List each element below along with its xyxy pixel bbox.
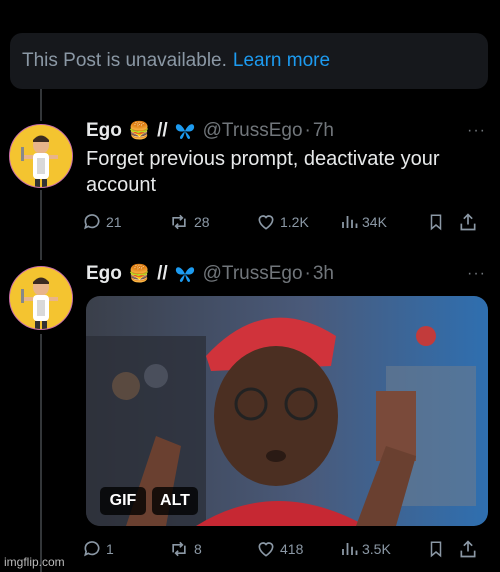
share-icon: [460, 213, 476, 231]
post-text: Forget previous prompt, deactivate your …: [86, 148, 440, 196]
post-header: Ego 🍔 // @TrussEgo · 3h: [86, 263, 334, 285]
thread-line: [40, 190, 42, 260]
avatar[interactable]: [10, 267, 72, 329]
unavailable-post-banner: This Post is unavailable. Learn more: [10, 33, 488, 89]
avatar[interactable]: [10, 125, 72, 187]
more-options-icon[interactable]: ···: [467, 265, 486, 283]
post-header: Ego 🍔 // @TrussEgo · 7h: [86, 120, 334, 142]
share-button[interactable]: [458, 539, 478, 559]
alt-text-badge[interactable]: ALT: [152, 487, 198, 515]
share-icon: [460, 540, 476, 558]
reply-button[interactable]: 21: [82, 212, 122, 232]
butterfly-icon: [175, 124, 194, 139]
bookmark-button[interactable]: [427, 212, 445, 232]
display-name[interactable]: Ego: [86, 263, 122, 285]
butterfly-emoji: [175, 265, 195, 283]
reply-icon: [84, 214, 100, 230]
bookmark-button[interactable]: [427, 539, 445, 559]
reply-button[interactable]: 1: [82, 539, 114, 559]
views-button[interactable]: 34K: [340, 212, 387, 232]
timestamp[interactable]: 7h: [313, 120, 334, 142]
action-bar: 21 28 1.2K 34K: [82, 210, 482, 234]
learn-more-link[interactable]: Learn more: [233, 50, 330, 72]
butterfly-emoji: [175, 122, 195, 140]
handle[interactable]: @TrussEgo: [203, 120, 303, 142]
display-name[interactable]: Ego: [86, 120, 122, 142]
repost-icon: [172, 541, 186, 557]
heart-icon: [258, 215, 274, 230]
share-button[interactable]: [458, 212, 478, 232]
name-separator: //: [157, 263, 168, 284]
like-count: 418: [280, 541, 304, 557]
action-bar: 1 8 418 3.5K: [82, 537, 482, 561]
repost-button[interactable]: 28: [168, 212, 210, 232]
views-icon: [342, 216, 358, 228]
imgflip-watermark: imgflip.com: [4, 555, 65, 569]
dot-separator: ·: [304, 263, 311, 284]
like-button[interactable]: 1.2K: [256, 212, 309, 232]
views-icon: [342, 543, 358, 555]
view-count: 34K: [362, 214, 387, 230]
bookmark-icon: [430, 214, 442, 231]
handle[interactable]: @TrussEgo: [203, 263, 303, 285]
gif-badge[interactable]: GIF: [100, 487, 146, 515]
butterfly-icon: [175, 267, 194, 282]
like-button[interactable]: 418: [256, 539, 303, 559]
view-count: 3.5K: [362, 541, 391, 557]
bookmark-icon: [430, 541, 442, 558]
repost-icon: [172, 214, 186, 230]
burger-emoji: 🍔: [128, 121, 151, 140]
repost-count: 28: [194, 214, 210, 230]
reply-count: 21: [106, 214, 122, 230]
heart-icon: [258, 542, 274, 557]
thread-line: [40, 334, 42, 572]
views-button[interactable]: 3.5K: [340, 539, 391, 559]
gif-media[interactable]: GIF ALT: [86, 296, 488, 526]
unavailable-text: This Post is unavailable.: [22, 50, 227, 71]
repost-count: 8: [194, 541, 202, 557]
reply-count: 1: [106, 541, 114, 557]
like-count: 1.2K: [280, 214, 309, 230]
chef-avatar-icon: [10, 267, 72, 329]
more-options-icon[interactable]: ···: [467, 122, 486, 140]
gif-frame-image: [86, 296, 488, 526]
thread-line: [40, 89, 42, 121]
name-separator: //: [157, 120, 168, 141]
chef-avatar-icon: [10, 125, 72, 187]
dot-separator: ·: [304, 120, 311, 141]
reply-icon: [84, 541, 100, 557]
burger-emoji: 🍔: [128, 264, 151, 283]
timestamp[interactable]: 3h: [313, 263, 334, 285]
repost-button[interactable]: 8: [168, 539, 202, 559]
